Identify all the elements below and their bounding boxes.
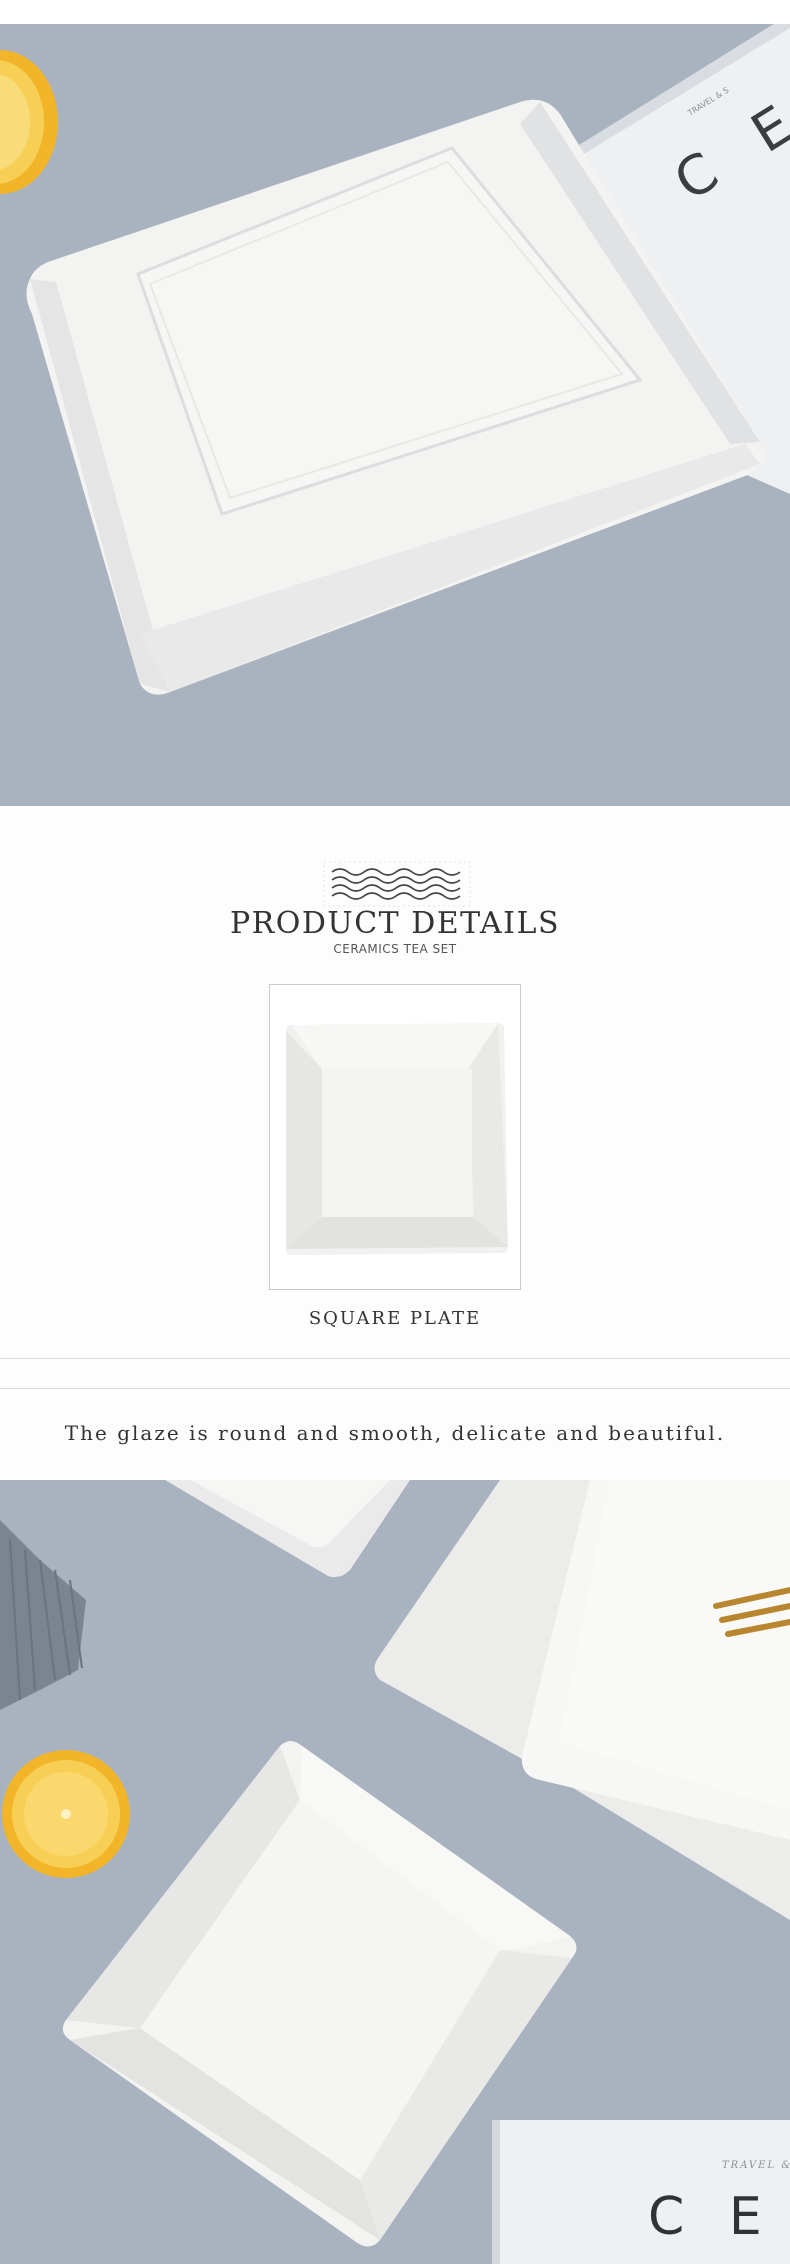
- section-title: PRODUCT DETAILS: [229, 906, 560, 941]
- hero-photo-plate-back: TRAVEL & S C E R: [0, 24, 790, 806]
- section-subtitle: CERAMICS TEA SET: [333, 942, 457, 956]
- product-caption: SQUARE PLATE: [308, 1308, 482, 1329]
- book-image: TRAVEL & C E R: [492, 2120, 790, 2264]
- wave-logo-icon: [323, 861, 471, 907]
- book-small-text: TRAVEL &: [722, 2160, 790, 2171]
- lemon-half-image: [2, 1750, 130, 1878]
- square-plate-thumbnail: [270, 985, 520, 1289]
- divider-gap: [0, 1359, 790, 1388]
- top-white-strip: [0, 0, 790, 24]
- glaze-description-band: The glaze is round and smooth, delicate …: [0, 1389, 790, 1480]
- book-big-text: C E R: [648, 2187, 790, 2247]
- product-details-section: PRODUCT DETAILS CERAMICS TEA SET SQUARE …: [0, 806, 790, 1358]
- lifestyle-photo-plates: TRAVEL & C E R: [0, 1480, 790, 2264]
- product-thumbnail-frame: [269, 984, 521, 1290]
- glaze-description-text: The glaze is round and smooth, delicate …: [64, 1421, 726, 1445]
